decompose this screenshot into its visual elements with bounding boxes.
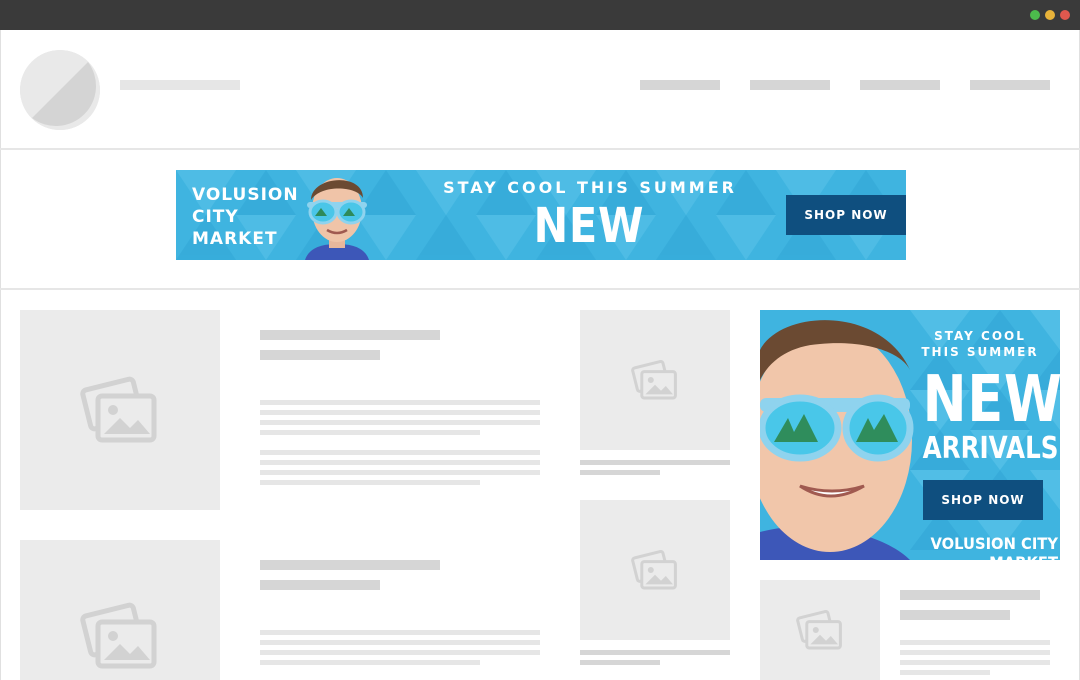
square-ad-shop-now-button[interactable]: SHOP NOW <box>923 480 1043 520</box>
window-titlebar <box>0 0 1080 30</box>
article-1-text-line <box>260 430 480 435</box>
card-2-thumbnail[interactable] <box>580 500 730 640</box>
article-1-text-line <box>260 410 540 415</box>
window-maximize-button[interactable] <box>1030 10 1040 20</box>
card-3-text-line <box>900 670 990 675</box>
article-1-text-line <box>260 420 540 425</box>
square-ad-brand: VOLUSION CITY MARKET <box>930 534 1058 560</box>
kicker-line-1: STAY COOL <box>934 329 1026 343</box>
card-3-text-line <box>900 650 1050 655</box>
article-1-thumbnail[interactable] <box>20 310 220 510</box>
article-1-text-line <box>260 450 540 455</box>
card-3-subtitle-placeholder <box>900 610 1010 620</box>
article-1-text-line <box>260 400 540 405</box>
card-3-text-line <box>900 640 1050 645</box>
leaderboard-brand: VOLUSION CITY MARKET <box>192 184 299 250</box>
site-header <box>0 30 1080 150</box>
brand-line-2: CITY <box>192 207 239 227</box>
nav-item-4-placeholder[interactable] <box>970 80 1050 90</box>
square-ad-headline-line-1: NEW <box>922 363 1060 437</box>
image-placeholder-icon <box>80 602 157 669</box>
article-1-title-placeholder[interactable] <box>260 330 440 340</box>
image-placeholder-icon <box>796 609 842 650</box>
brand-line-1: VOLUSION <box>192 185 299 205</box>
leaderboard-ad[interactable]: VOLUSION CITY MARKET STAY COOL THIS SUMM… <box>176 170 906 260</box>
card-1-thumbnail[interactable] <box>580 310 730 450</box>
article-1-text-line <box>260 480 480 485</box>
article-2-text-line <box>260 630 540 635</box>
article-2-text-line <box>260 660 480 665</box>
card-2-title-placeholder[interactable] <box>580 650 730 655</box>
card-1-meta-placeholder <box>580 470 660 475</box>
logo-placeholder-icon[interactable] <box>20 50 100 130</box>
article-2-subtitle-placeholder <box>260 580 380 590</box>
card-3-title-placeholder[interactable] <box>900 590 1040 600</box>
article-2-text-line <box>260 640 540 645</box>
square-ad-kicker: STAY COOL THIS SUMMER <box>910 328 1050 360</box>
model-with-sunglasses-image <box>305 178 369 260</box>
window-close-button[interactable] <box>1060 10 1070 20</box>
square-ad[interactable]: STAY COOL THIS SUMMER NEW ARRIVALS SHOP … <box>760 310 1060 560</box>
brand-line-3: MARKET <box>192 229 278 249</box>
kicker-line-2: THIS SUMMER <box>921 345 1039 359</box>
image-placeholder-icon <box>631 549 677 590</box>
window-minimize-button[interactable] <box>1045 10 1055 20</box>
article-1-text-line <box>260 470 540 475</box>
nav-item-2-placeholder[interactable] <box>750 80 830 90</box>
article-1-text-line <box>260 460 540 465</box>
article-2-title-placeholder[interactable] <box>260 560 440 570</box>
image-placeholder-icon <box>631 359 677 400</box>
card-3-text-line <box>900 660 1050 665</box>
nav-item-3-placeholder[interactable] <box>860 80 940 90</box>
card-2-meta-placeholder <box>580 660 660 665</box>
model-with-sunglasses-image <box>760 320 914 560</box>
nav-item-1-placeholder[interactable] <box>640 80 720 90</box>
image-placeholder-icon <box>80 376 157 443</box>
card-1-title-placeholder[interactable] <box>580 460 730 465</box>
article-2-thumbnail[interactable] <box>20 540 220 680</box>
article-2-text-line <box>260 650 540 655</box>
article-1-subtitle-placeholder <box>260 350 380 360</box>
square-ad-headline-line-2: ARRIVALS <box>922 431 1059 466</box>
leaderboard-shop-now-button[interactable]: SHOP NOW <box>786 195 906 235</box>
leaderboard-headline: NEW ARRIVALS <box>472 198 706 260</box>
site-title-placeholder <box>120 80 240 90</box>
leaderboard-kicker: STAY COOL THIS SUMMER <box>443 178 737 197</box>
card-3-thumbnail[interactable] <box>760 580 880 680</box>
